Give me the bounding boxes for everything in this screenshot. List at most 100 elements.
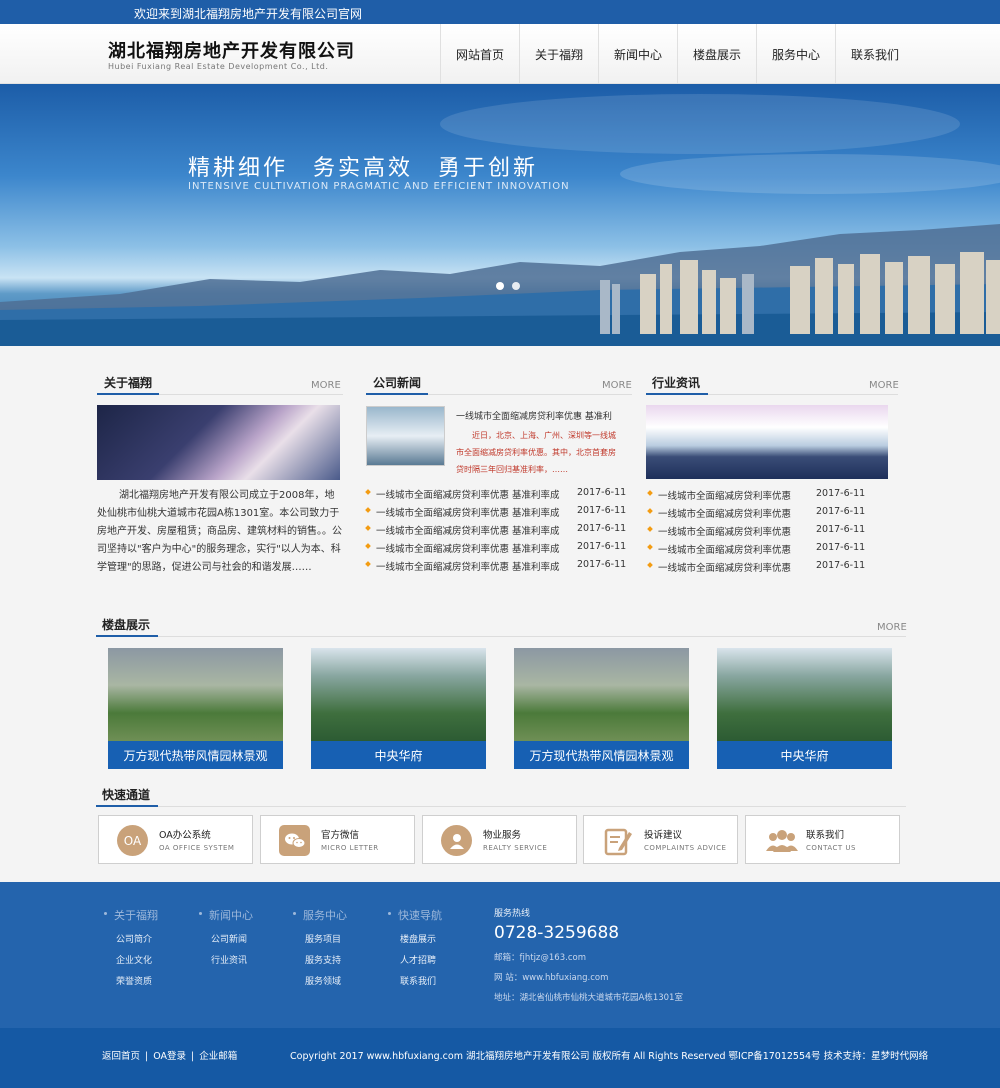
footer-link[interactable]: 公司新闻 [199,932,253,953]
quick-title: 快速通道 [102,788,151,802]
footer-link[interactable]: 服务支持 [293,953,347,974]
main-nav: 网站首页 关于福翔 新闻中心 楼盘展示 服务中心 联系我们 [440,24,914,84]
footer-link[interactable]: 企业文化 [104,953,158,974]
nav-item-service[interactable]: 服务中心 [756,24,835,84]
bullet-icon [647,526,653,532]
quick-link-label: 联系我们 [806,830,845,841]
industry-more-link[interactable]: MORE [869,380,899,391]
footer-link[interactable]: 楼盘展示 [388,932,442,953]
quick-link-wechat[interactable]: 官方微信 MICRO LETTER [260,815,415,864]
quick-link-contact[interactable]: 联系我们 CONTACT US [745,815,900,864]
quick-link-english: OA OFFICE SYSTEM [159,844,235,852]
property-caption: 万方现代热带风情园林景观 [514,741,689,769]
news-summary: 近日，北京、上海、广州、深圳等一线城市全面缩减房贷利率优惠。其中，北京首套房贷时… [456,431,616,474]
company-mail-link[interactable]: 企业邮箱 [199,1051,237,1062]
company-logo-name[interactable]: 湖北福翔房地产开发有限公司 [108,37,355,63]
footer-link[interactable]: 公司简介 [104,932,158,953]
about-more-link[interactable]: MORE [311,380,341,391]
nav-item-properties[interactable]: 楼盘展示 [677,24,756,84]
header: 湖北福翔房地产开发有限公司 Hubei Fuxiang Real Estate … [0,24,1000,84]
list-item[interactable]: 一线城市全面缩减房贷利率优惠 2017-6-11 [647,504,898,522]
nav-item-news[interactable]: 新闻中心 [598,24,677,84]
footer-link[interactable]: 行业资讯 [199,953,253,974]
bullet-icon [647,508,653,514]
properties-more-link[interactable]: MORE [877,622,907,633]
nav-item-about[interactable]: 关于福翔 [519,24,598,84]
quick-link-english: REALTY SERVICE [483,844,548,852]
back-home-link[interactable]: 返回首页 [102,1051,140,1062]
slide-dot-2[interactable] [512,282,520,290]
property-caption: 万方现代热带风情园林景观 [108,741,283,769]
list-item[interactable]: 一线城市全面缩减房贷利率优惠 2017-6-11 [647,558,898,576]
footer-link[interactable]: 荣誉资质 [104,974,158,995]
bullet-icon [365,489,371,495]
properties-divider [96,636,906,637]
quick-link-label: 投诉建议 [644,830,683,841]
wechat-icon [279,825,310,856]
quick-link-realty[interactable]: 物业服务 REALTY SERVICE [422,815,577,864]
list-item[interactable]: 一线城市全面缩减房贷利率优惠 基准利率成 2017-6-11 [365,521,636,539]
news-underline [366,393,428,395]
nav-item-home[interactable]: 网站首页 [440,24,519,84]
banner-scenery [0,94,1000,346]
footer-link[interactable]: 服务项目 [293,932,347,953]
properties-title: 楼盘展示 [102,618,151,632]
property-card[interactable]: 万方现代热带风情园林景观 [514,648,689,769]
oa-icon: OA [117,825,148,856]
property-image [717,648,892,741]
list-item[interactable]: 一线城市全面缩减房贷利率优惠 基准利率成 2017-6-11 [365,539,636,557]
list-item[interactable]: 一线城市全面缩减房贷利率优惠 基准利率成 2017-6-11 [365,503,636,521]
news-more-link[interactable]: MORE [602,380,632,391]
property-card[interactable]: 中央华府 [311,648,486,769]
footer-contact: 服务热线 0728-3259688 邮箱：fjhtjz@163.com 网 站：… [494,906,683,1003]
property-caption: 中央华府 [717,741,892,769]
quick-underline [96,805,158,807]
footer-link[interactable]: 人才招聘 [388,953,442,974]
about-underline [97,393,159,395]
quick-link-english: MICRO LETTER [321,844,379,852]
news-title: 公司新闻 [373,376,422,390]
news-thumbnail[interactable] [366,406,445,466]
hero-banner: 精耕细作 务实高效 勇于创新 INTENSIVE CULTIVATION PRA… [0,84,1000,346]
list-item[interactable]: 一线城市全面缩减房贷利率优惠 2017-6-11 [647,486,898,504]
footer-col-title[interactable]: 快速导航 [388,907,442,923]
bullet-icon [365,507,371,513]
news-headline[interactable]: 一线城市全面缩减房贷利率优惠 基准利 [456,409,612,422]
company-logo-english: Hubei Fuxiang Real Estate Development Co… [108,62,329,71]
property-card[interactable]: 万方现代热带风情园林景观 [108,648,283,769]
list-item[interactable]: 一线城市全面缩减房贷利率优惠 2017-6-11 [647,522,898,540]
quick-link-complaints[interactable]: 投诉建议 COMPLAINTS ADVICE [583,815,738,864]
footer-col-about: 关于福翔 公司简介 企业文化 荣誉资质 [104,907,158,995]
footer-col-title[interactable]: 新闻中心 [199,907,253,923]
about-image [97,405,340,480]
property-image [514,648,689,741]
footer-col-title[interactable]: 服务中心 [293,907,347,923]
industry-underline [646,393,708,395]
slide-dot-1[interactable] [496,282,504,290]
quick-link-english: CONTACT US [806,844,856,852]
nav-item-contact[interactable]: 联系我们 [835,24,914,84]
properties-underline [96,635,158,637]
footer-col-quicknav: 快速导航 楼盘展示 人才招聘 联系我们 [388,907,442,995]
property-card[interactable]: 中央华府 [717,648,892,769]
list-item[interactable]: 一线城市全面缩减房贷利率优惠 2017-6-11 [647,540,898,558]
about-title: 关于福翔 [104,376,153,390]
oa-login-link[interactable]: OA登录 [153,1051,186,1062]
quick-link-oa[interactable]: OA OA办公系统 OA OFFICE SYSTEM [98,815,253,864]
bullet-icon [365,561,371,567]
bullet-icon [647,562,653,568]
footer-link[interactable]: 联系我们 [388,974,442,995]
hotline-phone: 0728-3259688 [494,923,620,943]
footer-col-service: 服务中心 服务项目 服务支持 服务领域 [293,907,347,995]
industry-image [646,405,888,479]
footer-col-title[interactable]: 关于福翔 [104,907,158,923]
bullet-icon [647,544,653,550]
quick-divider [96,806,906,807]
list-item[interactable]: 一线城市全面缩减房贷利率优惠 基准利率成 2017-6-11 [365,485,636,503]
copyright: Copyright 2017 www.hbfuxiang.com 湖北福翔房地产… [290,1051,929,1062]
banner-slogan: 精耕细作 务实高效 勇于创新 [188,156,539,181]
about-text: 湖北福翔房地产开发有限公司成立于2008年，地处仙桃市仙桃大道城市花园A栋130… [97,490,342,573]
list-item[interactable]: 一线城市全面缩减房贷利率优惠 基准利率成 2017-6-11 [365,557,636,575]
banner-slogan-english: INTENSIVE CULTIVATION PRAGMATIC AND EFFI… [188,181,570,192]
footer-link[interactable]: 服务领域 [293,974,347,995]
